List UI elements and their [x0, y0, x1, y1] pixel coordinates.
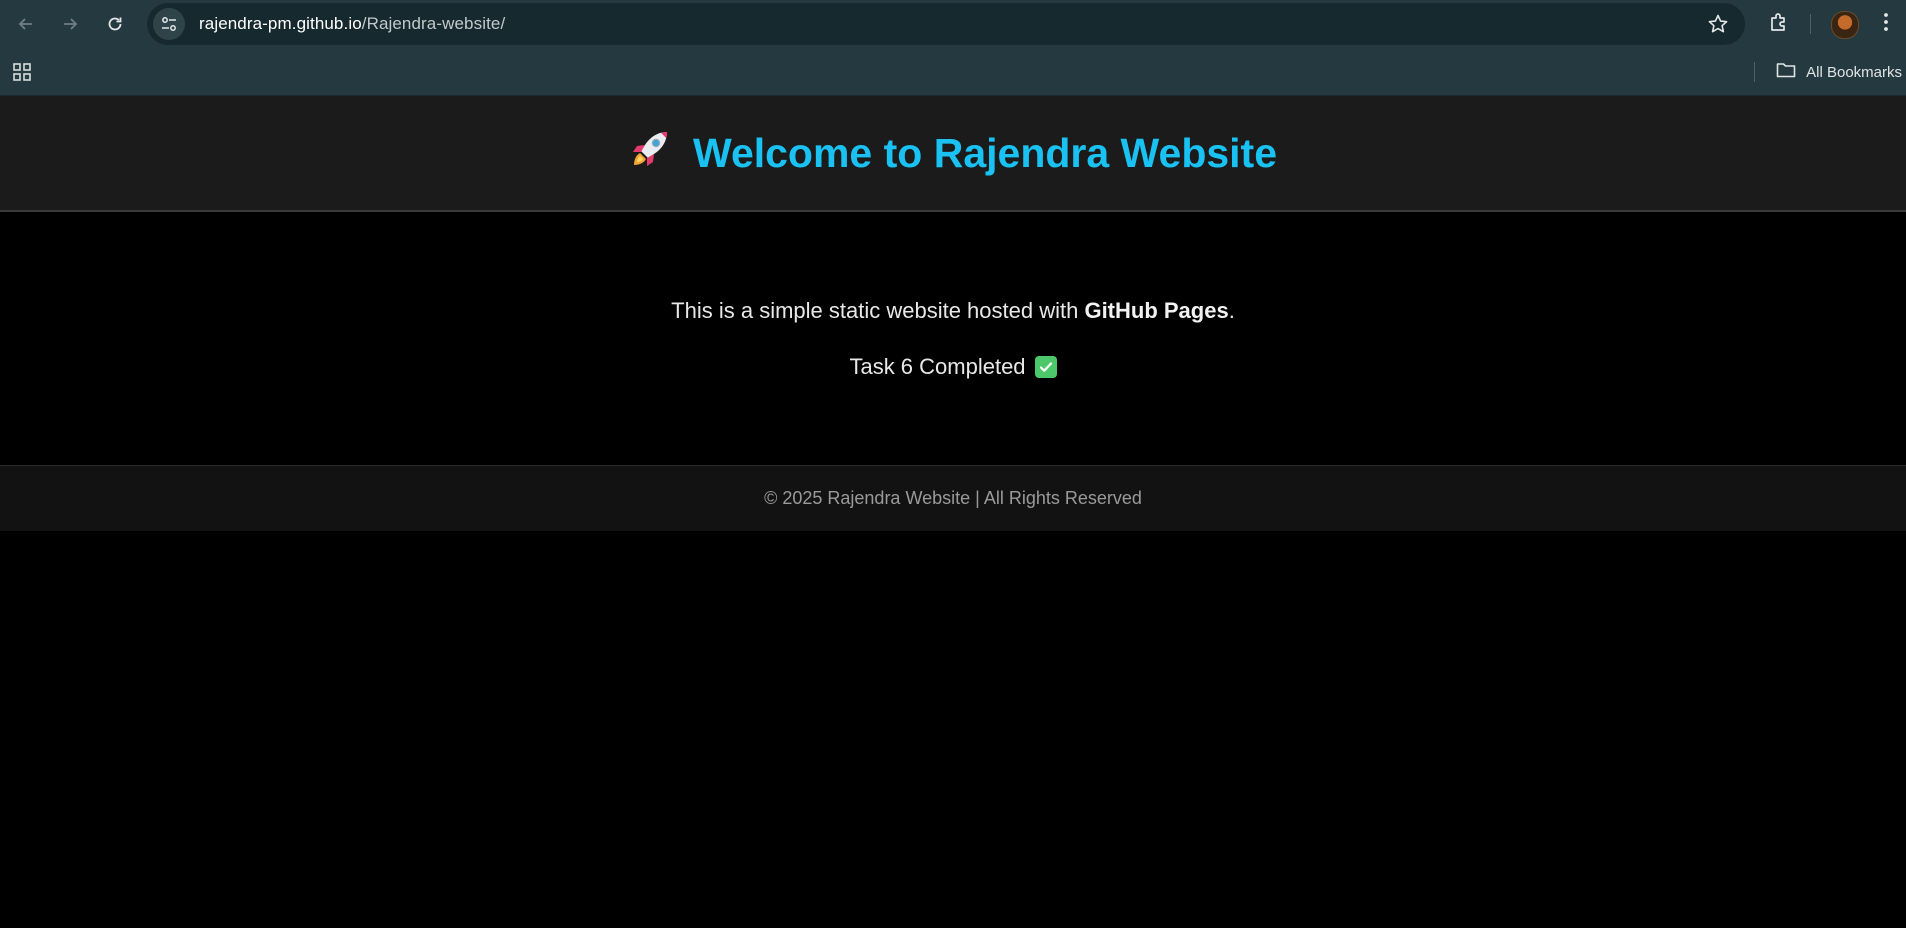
apps-icon[interactable]	[12, 62, 32, 87]
bookmark-star-icon[interactable]	[1707, 13, 1729, 40]
site-header: Welcome to Rajendra Website	[0, 96, 1906, 212]
page-title: Welcome to Rajendra Website	[629, 126, 1277, 180]
profile-avatar[interactable]	[1831, 11, 1859, 39]
intro-text: This is a simple static website hosted w…	[0, 212, 1906, 324]
intro-suffix: .	[1228, 298, 1235, 323]
reload-icon[interactable]	[101, 10, 129, 38]
intro-prefix: This is a simple static website hosted w…	[671, 298, 1085, 323]
url-host: rajendra-pm.github.io	[199, 14, 362, 33]
menu-icon[interactable]	[1880, 10, 1892, 39]
site-info-icon[interactable]	[153, 8, 185, 40]
task-status: Task 6 Completed	[849, 354, 1057, 380]
site-footer: © 2025 Rajendra Website | All Rights Res…	[0, 466, 1906, 531]
rocket-icon	[629, 126, 673, 180]
extensions-icon[interactable]	[1767, 10, 1791, 39]
url-text[interactable]: rajendra-pm.github.io/Rajendra-website/	[199, 14, 505, 34]
all-bookmarks-button[interactable]: All Bookmarks	[1776, 61, 1902, 83]
bookmarks-separator	[1754, 62, 1755, 82]
footer-text: © 2025 Rajendra Website | All Rights Res…	[764, 488, 1142, 508]
folder-icon	[1776, 61, 1806, 83]
toolbar-separator	[1810, 14, 1811, 34]
page-title-text: Welcome to Rajendra Website	[692, 129, 1278, 176]
browser-toolbar: rajendra-pm.github.io/Rajendra-website/	[0, 0, 1906, 48]
check-icon	[1034, 356, 1057, 378]
address-bar[interactable]: rajendra-pm.github.io/Rajendra-website/	[147, 3, 1745, 45]
url-path: /Rajendra-website/	[361, 14, 506, 33]
back-icon[interactable]	[12, 10, 40, 38]
task-text: Task 6 Completed	[849, 354, 1026, 379]
intro-bold: GitHub Pages	[1084, 298, 1229, 323]
all-bookmarks-label: All Bookmarks	[1806, 63, 1902, 81]
forward-icon[interactable]	[56, 10, 84, 38]
main-content: This is a simple static website hosted w…	[0, 212, 1906, 466]
bookmarks-bar: All Bookmarks	[0, 48, 1906, 96]
